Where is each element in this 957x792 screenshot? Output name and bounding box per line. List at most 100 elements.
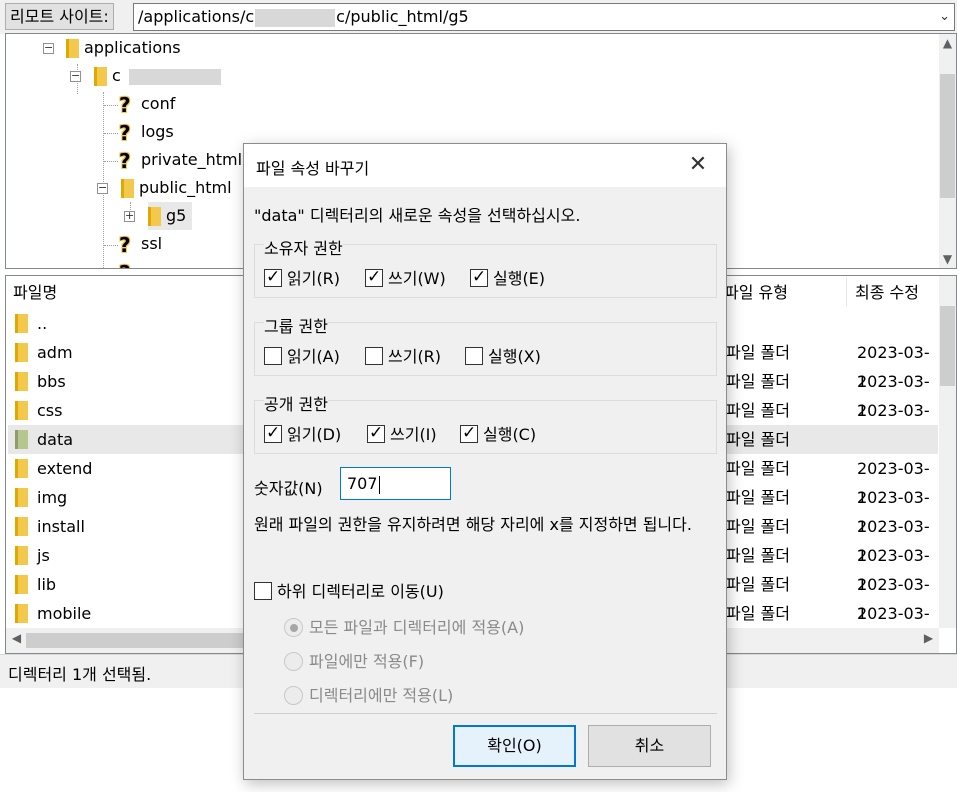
folder-icon [15,401,28,421]
checkbox-checked-icon [367,423,385,443]
column-divider[interactable] [846,278,847,306]
numeric-value-input[interactable]: 707 [340,467,451,500]
checkbox-checked-icon [264,423,282,443]
tree-item-logs[interactable]: ? logs [119,118,174,146]
folder-icon [66,38,79,59]
unknown-folder-icon: ? [119,148,131,173]
text-caret [378,475,380,494]
checkbox-unchecked-icon [365,347,383,365]
collapse-icon[interactable]: − [43,42,54,54]
folder-icon [121,178,134,199]
checkbox-unchecked-icon [254,582,272,600]
group-permissions-label: 그룹 권한 [264,313,328,337]
scroll-thumb[interactable] [26,633,256,648]
list-vertical-scrollbar[interactable] [939,276,956,628]
checkbox-unchecked-icon [465,347,483,365]
chevron-down-icon[interactable]: ⌄ [939,4,950,30]
group-execute-checkbox[interactable]: 실행(X) [465,347,541,367]
scroll-thumb[interactable] [940,306,955,386]
redacted-segment [128,68,221,85]
public-write-checkbox[interactable]: 쓰기(I) [367,423,437,445]
dialog-description: "data" 디렉터리의 새로운 속성을 선택하십시오. [254,206,581,225]
apply-files-only-radio[interactable]: 파일에만 적용(F) [284,648,424,672]
tree-line [104,161,118,162]
apply-all-radio[interactable]: 모든 파일과 디렉터리에 적용(A) [284,614,524,638]
tree-item-private-html[interactable]: ? private_html [119,146,242,174]
tree-item-ssl[interactable]: ? ssl [119,230,162,258]
radio-selected-icon [284,618,303,637]
folder-icon [15,488,28,508]
column-header-type[interactable]: 파일 유형 [724,276,788,308]
folder-icon [15,343,28,363]
group-read-checkbox[interactable]: 읽기(A) [264,347,340,367]
scroll-left-icon[interactable]: ◀ [8,631,25,645]
dialog-title: 파일 속성 바꾸기 [256,159,370,178]
status-text: 디렉터리 1개 선택됨. [8,665,152,684]
tree-item-applications[interactable]: applications [66,34,181,62]
folder-icon [94,66,107,87]
tree-item-conf[interactable]: ? conf [119,90,175,118]
radio-unselected-icon [284,652,303,671]
folder-icon [15,430,28,450]
checkbox-checked-icon [470,267,488,287]
scroll-thumb[interactable] [940,74,955,198]
dialog-title-bar: 파일 속성 바꾸기 ✕ [244,144,726,187]
column-header-modified[interactable]: 최종 수정 [855,276,919,308]
folder-icon [15,546,28,566]
folder-icon [15,314,28,334]
change-file-attributes-dialog: 파일 속성 바꾸기 ✕ "data" 디렉터리의 새로운 속성을 선택하십시오.… [243,143,727,780]
tree-item-public-html[interactable]: public_html [121,174,232,202]
redacted-segment [255,8,336,27]
radio-unselected-icon [284,686,303,705]
checkbox-checked-icon [264,267,282,287]
public-permissions-label: 공개 권한 [264,391,328,415]
public-read-checkbox[interactable]: 읽기(D) [264,423,341,445]
ok-button[interactable]: 확인(O) [453,725,576,767]
checkbox-checked-icon [365,267,383,287]
unknown-folder-icon: ? [119,92,131,117]
remote-path-input[interactable]: /applications/c c/public_html/g5 ⌄ [133,3,955,31]
tree-line [104,133,118,134]
owner-permissions-label: 소유자 권한 [264,235,343,259]
unknown-folder-icon: ? [119,259,133,269]
folder-icon [15,372,28,392]
scroll-down-icon[interactable]: ▼ [939,252,956,266]
group-write-checkbox[interactable]: 쓰기(R) [365,347,441,367]
cancel-button[interactable]: 취소 [588,725,711,767]
close-icon[interactable]: ✕ [686,153,710,177]
checkbox-unchecked-icon [264,347,282,365]
remote-path-suffix: c/public_html/g5 [336,7,469,26]
tree-line [104,105,118,106]
folder-icon [15,604,28,624]
folder-icon [15,575,28,595]
tree-vertical-scrollbar[interactable]: ▲ ▼ [939,34,956,268]
tree-item-g5[interactable]: g5 [148,202,193,230]
unknown-folder-icon: ? [119,120,131,145]
folder-icon [15,459,28,479]
remote-site-bar: 리모트 사이트: /applications/c c/public_html/g5… [0,0,957,34]
tree-item-partial[interactable]: ? [119,258,133,269]
column-header-name[interactable]: 파일명 [13,276,57,308]
public-execute-checkbox[interactable]: 실행(C) [460,423,536,445]
expand-icon[interactable]: + [124,210,135,222]
owner-read-checkbox[interactable]: 읽기(R) [264,267,340,289]
collapse-icon[interactable]: − [97,182,108,194]
owner-execute-checkbox[interactable]: 실행(E) [470,267,545,289]
folder-icon [148,206,161,227]
owner-write-checkbox[interactable]: 쓰기(W) [365,267,446,289]
checkbox-checked-icon [460,423,478,443]
tree-line [104,245,118,246]
remote-site-label: 리모트 사이트: [5,3,114,30]
permission-note: 원래 파일의 권한을 유지하려면 해당 자리에 x를 지정하면 됩니다. [254,515,692,534]
recurse-subdirectories-checkbox[interactable]: 하위 디렉터리로 이동(U) [254,582,444,602]
apply-directories-only-radio[interactable]: 디렉터리에만 적용(L) [284,682,453,706]
scroll-up-icon[interactable]: ▲ [939,36,956,50]
dialog-divider [254,713,717,714]
folder-icon [15,517,28,537]
collapse-icon[interactable]: − [70,70,81,82]
tree-item-site[interactable]: c [94,62,221,90]
remote-path-prefix: /applications/c [138,7,255,26]
scroll-right-icon[interactable]: ▶ [920,631,937,645]
numeric-value-label: 숫자값(N) [254,479,323,498]
unknown-folder-icon: ? [119,232,131,257]
